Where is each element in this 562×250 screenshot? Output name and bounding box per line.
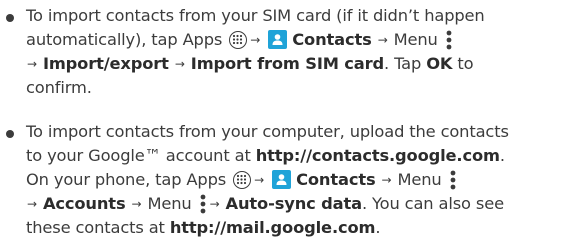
- text-segment: Menu: [393, 30, 438, 49]
- text-segment: . You can also see: [361, 194, 504, 213]
- text-segment: To import contacts from your computer, u…: [26, 122, 509, 141]
- contacts-app-icon: [268, 30, 288, 49]
- auto-sync-label: Auto-sync data: [225, 194, 363, 213]
- text-line: these contacts at http://mail.google.com…: [26, 218, 381, 238]
- import-sim-label: Import from SIM card: [190, 54, 385, 73]
- arrow-icon: →: [131, 197, 142, 211]
- text-segment: to: [452, 54, 474, 73]
- text-segment: . Tap: [384, 54, 427, 73]
- text-segment: .: [499, 146, 505, 165]
- text-segment: confirm.: [26, 78, 92, 97]
- text-segment: to your Google™ account at: [26, 146, 256, 165]
- text-segment: automatically), tap Apps: [26, 30, 223, 49]
- overflow-menu-icon: [445, 30, 453, 50]
- contacts-label: Contacts: [292, 30, 372, 49]
- text-line: automatically), tap Apps → Contacts → Me…: [26, 30, 455, 50]
- arrow-icon: →: [27, 57, 37, 71]
- text-line: to your Google™ account at http://contac…: [26, 146, 505, 166]
- accounts-label: Accounts: [42, 194, 126, 213]
- text-line: To import contacts from your SIM card (i…: [26, 6, 485, 26]
- apps-grid-icon: [229, 31, 248, 49]
- text-segment: Menu: [147, 194, 192, 213]
- text-line: confirm.: [26, 78, 92, 98]
- text-segment: Menu: [397, 170, 442, 189]
- instruction-document: To import contacts from your SIM card (i…: [0, 0, 562, 250]
- import-export-label: Import/export: [42, 54, 169, 73]
- overflow-menu-icon: [449, 170, 457, 190]
- ok-label: OK: [426, 54, 453, 73]
- text-segment: .: [375, 218, 381, 237]
- bullet-dot: [6, 130, 14, 138]
- arrow-icon: →: [250, 33, 261, 47]
- arrow-icon: →: [174, 57, 185, 71]
- bullet-dot: [6, 14, 14, 22]
- arrow-icon: →: [27, 197, 37, 211]
- contacts-app-icon: [272, 170, 292, 189]
- text-line: → Accounts → Menu → Auto-sync data. You …: [26, 194, 504, 214]
- mail-google-link[interactable]: http://mail.google.com: [170, 218, 376, 237]
- overflow-menu-icon: [199, 194, 207, 214]
- text-segment: To import contacts from your SIM card (i…: [26, 6, 485, 25]
- text-line: On your phone, tap Apps → Contacts → Men…: [26, 170, 459, 190]
- text-segment: On your phone, tap Apps: [26, 170, 227, 189]
- contacts-label: Contacts: [296, 170, 376, 189]
- contacts-google-link[interactable]: http://contacts.google.com: [256, 146, 500, 165]
- text-segment: these contacts at: [26, 218, 170, 237]
- arrow-icon: →: [209, 197, 220, 211]
- text-line: → Import/export → Import from SIM card. …: [26, 54, 474, 74]
- text-line: To import contacts from your computer, u…: [26, 122, 509, 142]
- apps-grid-icon: [233, 171, 252, 189]
- arrow-icon: →: [254, 173, 265, 187]
- arrow-icon: →: [377, 33, 388, 47]
- arrow-icon: →: [381, 173, 392, 187]
